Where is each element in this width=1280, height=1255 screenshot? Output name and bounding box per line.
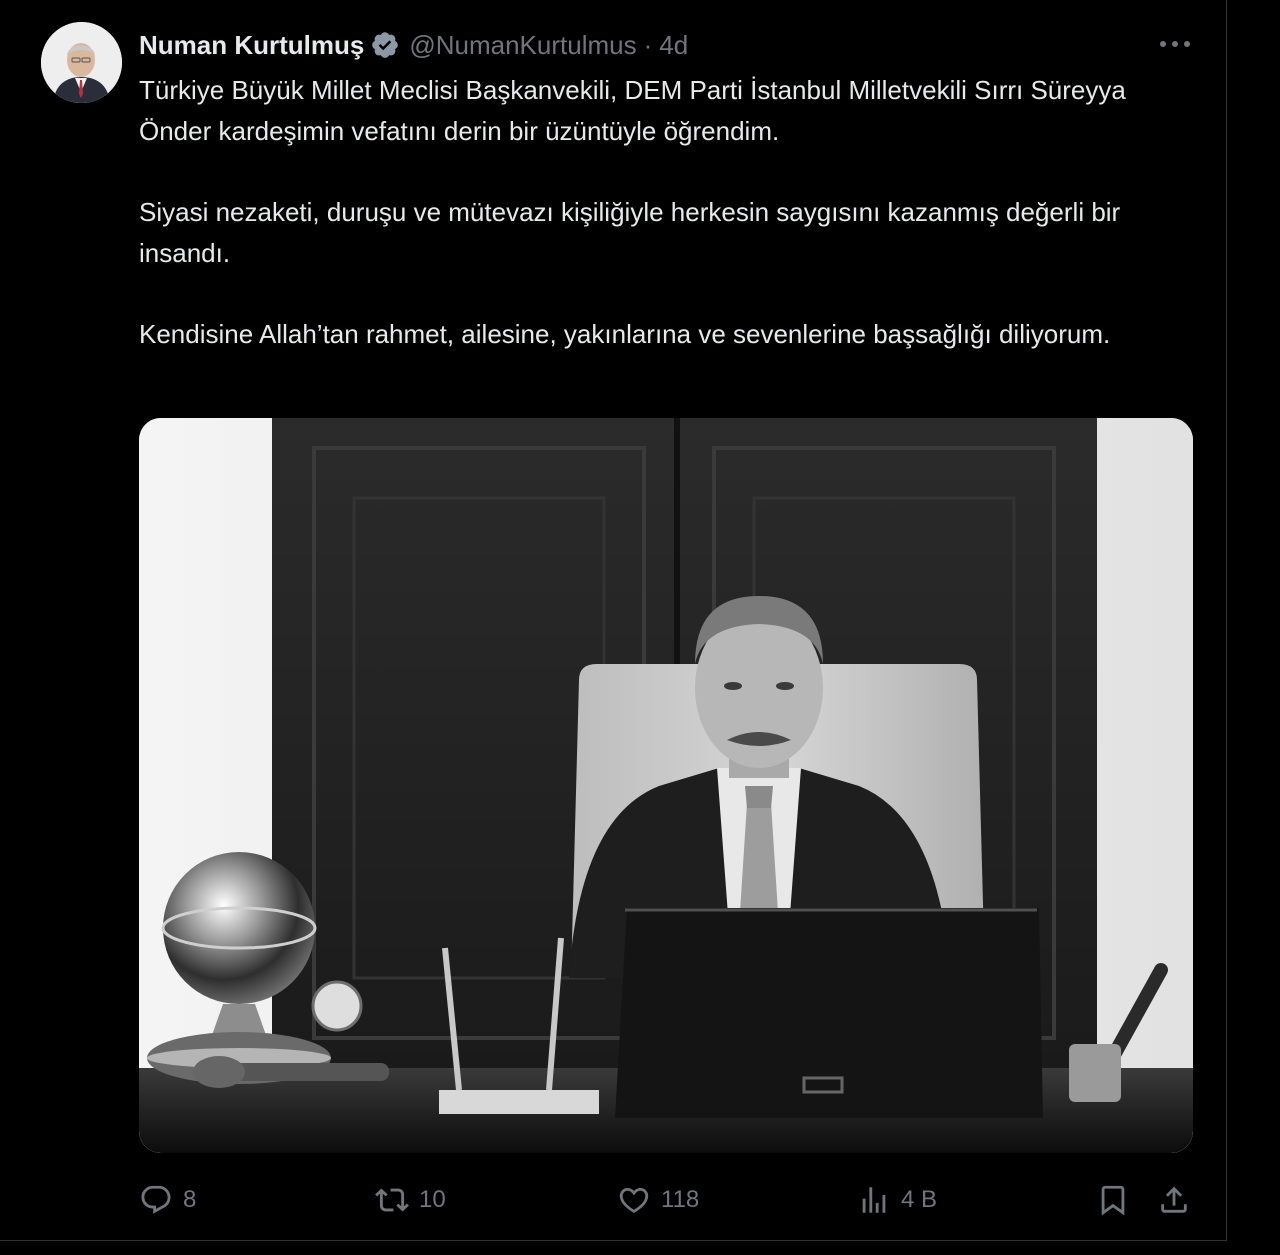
avatar-portrait [41,22,122,103]
tweet-text: Türkiye Büyük Millet Meclisi Başkanvekil… [139,70,1199,395]
tweet-timestamp[interactable]: 4d [659,30,688,61]
photo-man-at-parliament-desk [139,418,1193,1153]
bookmark-icon [1101,1185,1125,1216]
reply-button[interactable]: 8 [139,1180,196,1220]
tweet-header: Numan Kurtulmuş @NumanKurtulmus · 4d [139,28,688,62]
separator-dot: · [643,29,653,60]
like-count: 118 [661,1186,700,1213]
tweet-paragraph: Türkiye Büyük Millet Meclisi Başkanvekil… [139,75,1126,146]
like-button[interactable]: 118 [617,1180,699,1220]
tweet-actions: 8 10 118 4 B [139,1180,1199,1220]
reply-icon [141,1185,171,1214]
heart-icon [619,1187,649,1213]
views-icon [862,1187,886,1213]
reply-count: 8 [183,1186,197,1213]
share-icon [1161,1186,1187,1213]
verified-badge-icon[interactable] [370,30,400,60]
tweet[interactable]: Numan Kurtulmuş @NumanKurtulmus · 4d Tür… [0,0,1227,1241]
tweet-photo[interactable] [139,418,1193,1153]
retweet-icon [375,1188,409,1212]
tweet-paragraph: Kendisine Allah’tan rahmet, ailesine, ya… [139,319,1111,349]
share-button[interactable] [1157,1180,1201,1220]
tweet-paragraph: Siyasi nezaketi, duruşu ve mütevazı kişi… [139,197,1121,268]
author-display-name[interactable]: Numan Kurtulmuş [139,30,364,61]
more-dots-icon[interactable] [1155,30,1195,58]
author-handle[interactable]: @NumanKurtulmus [409,30,636,61]
retweet-button[interactable]: 10 [375,1180,446,1220]
bookmark-button[interactable] [1096,1180,1140,1220]
retweet-count: 10 [419,1186,446,1213]
views-count: 4 B [901,1186,938,1213]
author-avatar[interactable] [41,22,122,103]
views-button[interactable]: 4 B [857,1180,937,1220]
